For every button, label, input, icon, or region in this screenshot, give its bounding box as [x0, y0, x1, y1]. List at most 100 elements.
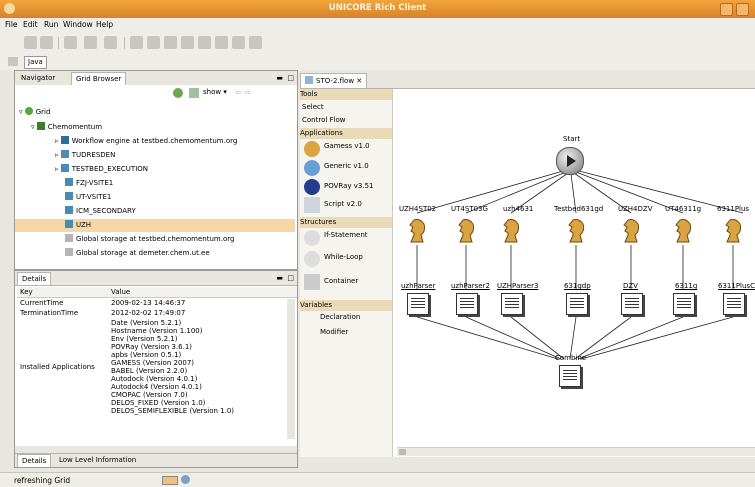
script-node-icon[interactable] [501, 293, 523, 315]
palette-tools-header[interactable]: Tools [300, 89, 392, 100]
if-statement-icon [304, 230, 320, 246]
apps-key: Installed Applications [20, 363, 95, 371]
tree-item-ut-vsite1[interactable]: UT-VSITE1 [65, 192, 111, 203]
script-node-icon[interactable] [407, 293, 429, 315]
script-node-icon[interactable] [566, 293, 588, 315]
tab-grid-browser[interactable]: Grid Browser [71, 72, 127, 85]
tool-icon-3[interactable] [164, 36, 177, 49]
menu-file[interactable]: File [5, 20, 18, 29]
connections [416, 170, 744, 360]
tree-item-tudresden[interactable]: ▹ TUDRESDEN [55, 150, 115, 161]
tree-item-chemomentum[interactable]: ▿ Chemomentum [31, 122, 102, 133]
site-icon [65, 206, 73, 214]
storage-icon [65, 234, 73, 242]
palette-variables-header[interactable]: Variables [300, 300, 392, 311]
tree-item-workflow-engine[interactable]: ▹ Workflow engine at testbed.chemomentum… [55, 136, 237, 147]
maximize-icon[interactable]: □ [287, 74, 294, 82]
job-label: uzh4631 [503, 205, 534, 213]
close-button[interactable] [736, 3, 749, 16]
table-row[interactable]: Installed Applications Date (Version 5.2… [17, 318, 297, 416]
network-icon[interactable] [181, 475, 190, 484]
tab-navigator[interactable]: Navigator [17, 72, 59, 84]
show-dropdown[interactable]: show ▾ [203, 88, 227, 96]
palette-declaration[interactable]: Declaration [320, 312, 360, 323]
filter-icon[interactable] [189, 88, 199, 98]
menu-run[interactable]: Run [44, 20, 58, 29]
palette-povray[interactable]: POVRay v3.51 [324, 181, 374, 192]
table-row[interactable]: CurrentTime 2009-02-13 14:46:37 [17, 298, 297, 309]
minimize-icon[interactable]: ▬ [276, 274, 283, 282]
table-row[interactable]: TerminationTime 2012-02-02 17:49:07 [17, 308, 297, 318]
scroll-left-icon[interactable] [399, 449, 406, 455]
minimize-icon[interactable]: ▬ [276, 74, 283, 82]
tree-item-global-storage-demeter[interactable]: Global storage at demeter.chem.ut.ee [65, 248, 210, 259]
palette-select[interactable]: Select [302, 102, 324, 113]
minimize-button[interactable] [720, 3, 733, 16]
script-node-icon[interactable] [621, 293, 643, 315]
combine-node-icon[interactable] [559, 365, 581, 387]
tree-item-grid[interactable]: ▿ Grid [19, 107, 50, 118]
container-icon [304, 274, 320, 290]
lock-icon[interactable] [181, 36, 194, 49]
gamess-job-icon[interactable] [500, 217, 522, 243]
title-bar: UNICORE Rich Client [0, 0, 755, 18]
palette-gamess[interactable]: Gamess v1.0 [324, 141, 370, 152]
script-node-icon[interactable] [456, 293, 478, 315]
gamess-job-icon[interactable] [620, 217, 642, 243]
tool-icon-1[interactable] [130, 36, 143, 49]
gamess-job-icon[interactable] [722, 217, 744, 243]
gamess-job-icon[interactable] [406, 217, 428, 243]
menu-window[interactable]: Window [63, 20, 93, 29]
tree-item-icm-secondary[interactable]: ICM_SECONDARY [65, 206, 136, 217]
output-label: DZV [623, 282, 638, 290]
tool-icon-6[interactable] [215, 36, 228, 49]
tree-item-fzj-vsite1[interactable]: FZJ-VSITE1 [65, 178, 113, 189]
gamess-job-icon[interactable] [565, 217, 587, 243]
gamess-job-icon[interactable] [455, 217, 477, 243]
output-label: uzhParser [401, 282, 436, 290]
palette-control-flow[interactable]: Control Flow [302, 115, 346, 126]
forward-icon[interactable] [84, 36, 97, 49]
tab-sto-2-flow[interactable]: STO-2.flow ✕ [300, 73, 368, 88]
back-icon[interactable] [64, 36, 77, 49]
history-icon[interactable] [104, 36, 117, 49]
column-header-key[interactable]: Key [17, 287, 108, 298]
tool-icon-5[interactable] [198, 36, 211, 49]
tree-item-global-storage-testbed[interactable]: Global storage at testbed.chemomentum.or… [65, 234, 234, 245]
save-icon[interactable] [24, 36, 37, 49]
canvas-horizontal-scrollbar[interactable] [397, 447, 755, 456]
script-node-icon[interactable] [723, 293, 745, 315]
palette-while-loop[interactable]: While-Loop [324, 252, 363, 263]
progress-icon[interactable] [162, 476, 178, 485]
perspective-java[interactable]: Java [24, 56, 47, 69]
script-node-icon[interactable] [673, 293, 695, 315]
tool-icon-8[interactable] [249, 36, 262, 49]
tool-icon-2[interactable] [147, 36, 160, 49]
palette-structures-header[interactable]: Structures [300, 217, 392, 228]
column-header-value[interactable]: Value [108, 287, 297, 298]
save-all-icon[interactable] [40, 36, 53, 49]
refresh-icon[interactable] [173, 88, 183, 98]
palette-container[interactable]: Container [324, 276, 358, 287]
maximize-icon[interactable]: □ [287, 274, 294, 282]
site-icon [65, 178, 73, 186]
palette-if-statement[interactable]: If-Statement [324, 230, 368, 241]
open-perspective-icon[interactable] [8, 57, 18, 66]
tab-low-level-information[interactable]: Low Level Information [55, 454, 140, 466]
menu-help[interactable]: Help [96, 20, 113, 29]
vertical-scrollbar[interactable] [287, 299, 295, 439]
palette-applications-header[interactable]: Applications [300, 128, 392, 139]
menu-edit[interactable]: Edit [23, 20, 38, 29]
start-node-icon[interactable] [556, 147, 584, 175]
palette-generic[interactable]: Generic v1.0 [324, 161, 369, 172]
tree-item-uzh[interactable]: UZH [65, 220, 91, 231]
tree-item-testbed-execution[interactable]: ▹ TESTBED_EXECUTION [55, 164, 148, 175]
gamess-job-icon[interactable] [672, 217, 694, 243]
tool-icon-7[interactable] [232, 36, 245, 49]
site-icon [65, 192, 73, 200]
palette-modifier[interactable]: Modifier [320, 327, 348, 338]
nav-arrows-icon[interactable]: ⇦ ⇨ [235, 88, 251, 97]
tab-details[interactable]: Details [17, 272, 52, 285]
palette-script[interactable]: Script v2.0 [324, 199, 362, 210]
tab-details-bottom[interactable]: Details [17, 454, 52, 467]
